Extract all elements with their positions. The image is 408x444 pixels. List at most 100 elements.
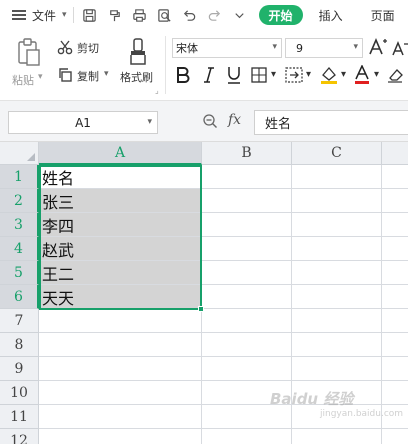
column-header-c[interactable]: C xyxy=(292,142,382,165)
cell-b2[interactable] xyxy=(202,189,292,213)
cell-c3[interactable] xyxy=(292,213,382,237)
redo-icon[interactable] xyxy=(204,4,226,26)
font-size-select[interactable]: 9 ▾ xyxy=(285,38,363,58)
name-box[interactable]: A1 ▾ xyxy=(8,111,158,134)
column-header-b[interactable]: B xyxy=(202,142,292,165)
cell-a7[interactable] xyxy=(39,309,202,333)
paste-button[interactable] xyxy=(14,36,44,68)
cell-b5[interactable] xyxy=(202,261,292,285)
row-header-4[interactable]: 4 xyxy=(0,237,39,261)
cell-d3[interactable] xyxy=(382,213,408,237)
cell-c9[interactable] xyxy=(292,357,382,381)
tab-insert[interactable]: 插入 xyxy=(319,7,343,24)
chevron-down-icon[interactable]: ▾ xyxy=(306,69,311,80)
row-header-3[interactable]: 3 xyxy=(0,213,39,237)
customize-icon[interactable] xyxy=(229,4,251,26)
column-header-a[interactable]: A xyxy=(39,142,202,165)
cut-icon[interactable] xyxy=(56,38,74,56)
cell-a9[interactable] xyxy=(39,357,202,381)
cell-d5[interactable] xyxy=(382,261,408,285)
cell-b12[interactable] xyxy=(202,429,292,444)
format-painter-button[interactable] xyxy=(124,36,154,68)
format-painter-icon[interactable] xyxy=(104,4,126,26)
cell-a6[interactable]: 天天 xyxy=(39,285,202,309)
cell-c5[interactable] xyxy=(292,261,382,285)
eraser-icon[interactable] xyxy=(386,65,406,85)
cell-d4[interactable] xyxy=(382,237,408,261)
row-header-7[interactable]: 7 xyxy=(0,309,39,333)
cell-a1[interactable]: 姓名 xyxy=(39,165,202,189)
row-header-5[interactable]: 5 xyxy=(0,261,39,285)
print-icon[interactable] xyxy=(129,4,151,26)
select-all-corner[interactable] xyxy=(0,142,39,165)
zoom-icon[interactable] xyxy=(202,113,218,129)
increase-font-size-icon[interactable] xyxy=(368,36,388,58)
tab-page[interactable]: 页面 xyxy=(371,7,395,24)
merge-cells-icon[interactable] xyxy=(284,65,304,85)
cell-c2[interactable] xyxy=(292,189,382,213)
row-header-11[interactable]: 11 xyxy=(0,405,39,429)
chevron-down-icon[interactable]: ▾ xyxy=(374,69,379,80)
borders-icon[interactable] xyxy=(249,65,269,85)
cell-a12[interactable] xyxy=(39,429,202,444)
chevron-down-icon[interactable]: ▾ xyxy=(341,69,346,80)
row-header-10[interactable]: 10 xyxy=(0,381,39,405)
cell-b9[interactable] xyxy=(202,357,292,381)
chevron-down-icon[interactable]: ▾ xyxy=(271,69,276,80)
cell-d6[interactable] xyxy=(382,285,408,309)
cell-a3[interactable]: 李四 xyxy=(39,213,202,237)
font-name-select[interactable]: 宋体 ▾ xyxy=(172,38,282,58)
cell-d7[interactable] xyxy=(382,309,408,333)
cell-a10[interactable] xyxy=(39,381,202,405)
cell-b4[interactable] xyxy=(202,237,292,261)
cell-a8[interactable] xyxy=(39,333,202,357)
row-header-12[interactable]: 12 xyxy=(0,429,39,444)
font-color-icon[interactable] xyxy=(352,64,372,86)
row-header-8[interactable]: 8 xyxy=(0,333,39,357)
fill-handle[interactable] xyxy=(198,306,204,312)
cell-d2[interactable] xyxy=(382,189,408,213)
formula-input[interactable]: 姓名 xyxy=(254,110,408,135)
cell-d1[interactable] xyxy=(382,165,408,189)
cell-c7[interactable] xyxy=(292,309,382,333)
chevron-down-icon[interactable]: ▾ xyxy=(38,72,43,82)
cell-c12[interactable] xyxy=(292,429,382,444)
save-icon[interactable] xyxy=(79,4,101,26)
underline-icon[interactable] xyxy=(224,65,244,85)
format-painter-label[interactable]: 格式刷 xyxy=(120,69,153,85)
cut-label[interactable]: 剪切 xyxy=(77,40,99,56)
row-header-2[interactable]: 2 xyxy=(0,189,39,213)
cell-a4[interactable]: 赵武 xyxy=(39,237,202,261)
file-menu[interactable]: 文件 ▾ xyxy=(0,0,67,30)
cell-b3[interactable] xyxy=(202,213,292,237)
cell-d12[interactable] xyxy=(382,429,408,444)
bold-icon[interactable] xyxy=(174,65,192,85)
fill-color-icon[interactable] xyxy=(318,64,340,86)
chevron-down-icon[interactable]: ▾ xyxy=(104,69,109,79)
decrease-font-size-icon[interactable] xyxy=(392,38,408,58)
cell-c8[interactable] xyxy=(292,333,382,357)
cell-b7[interactable] xyxy=(202,309,292,333)
undo-icon[interactable] xyxy=(179,4,201,26)
cell-c4[interactable] xyxy=(292,237,382,261)
cell-a5[interactable]: 王二 xyxy=(39,261,202,285)
tab-start[interactable]: 开始 xyxy=(258,5,303,25)
row-header-9[interactable]: 9 xyxy=(0,357,39,381)
row-header-1[interactable]: 1 xyxy=(0,165,39,189)
print-preview-icon[interactable] xyxy=(154,4,176,26)
cell-b1[interactable] xyxy=(202,165,292,189)
italic-icon[interactable] xyxy=(200,65,218,85)
cell-d9[interactable] xyxy=(382,357,408,381)
cell-d8[interactable] xyxy=(382,333,408,357)
copy-label[interactable]: 复制 xyxy=(77,68,99,84)
fx-label[interactable]: fx xyxy=(228,112,241,128)
cell-a11[interactable] xyxy=(39,405,202,429)
dialog-launcher-icon[interactable]: ⌟ xyxy=(155,86,159,95)
column-header-d[interactable] xyxy=(382,142,408,165)
cell-c1[interactable] xyxy=(292,165,382,189)
cell-a2[interactable]: 张三 xyxy=(39,189,202,213)
copy-icon[interactable] xyxy=(56,66,74,84)
cell-b6[interactable] xyxy=(202,285,292,309)
cell-c6[interactable] xyxy=(292,285,382,309)
row-header-6[interactable]: 6 xyxy=(0,285,39,309)
